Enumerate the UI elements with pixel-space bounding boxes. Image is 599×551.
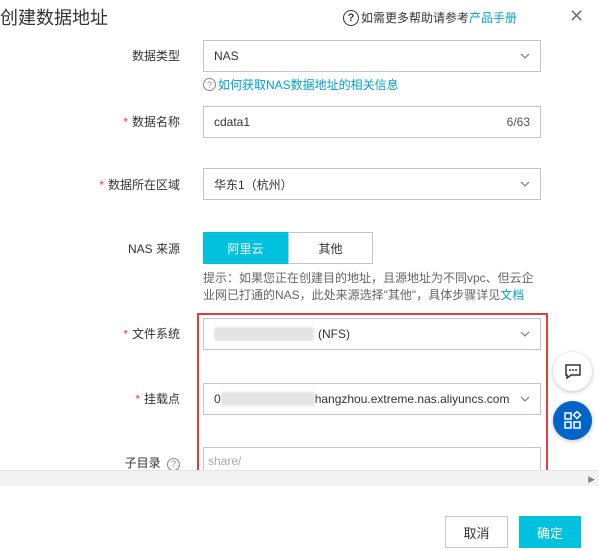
source-option-other[interactable]: 其他 (288, 232, 373, 264)
redacted-text (220, 392, 315, 406)
nas-source-label: NAS 来源 (127, 242, 180, 256)
apps-icon (563, 410, 582, 429)
nas-source-toggle: 阿里云 其他 (203, 232, 373, 264)
chat-button[interactable] (553, 352, 592, 391)
scroll-right-icon[interactable]: ▶ (588, 474, 595, 485)
mount-point-prefix: 0 (214, 392, 221, 406)
help-prefix: 如需更多帮助请参考 (361, 11, 470, 25)
data-name-input[interactable]: cdata1 6/63 (203, 106, 541, 138)
nas-source-tip: 提示：如果您正在创建目的地址，且源地址为不同vpc、但云企业网已打通的NAS，此… (203, 271, 534, 302)
apps-button[interactable] (553, 401, 592, 440)
chat-icon (564, 363, 581, 379)
sub-dir-placeholder: share/ (208, 453, 242, 468)
file-system-value: (NFS) (318, 327, 350, 341)
data-name-value: cdata1 (214, 115, 251, 129)
chevron-down-icon (520, 53, 530, 59)
char-counter: 6/63 (506, 115, 530, 129)
file-system-label: * 文件系统 (123, 327, 180, 341)
region-value: 华东1（杭州） (214, 177, 293, 192)
chevron-down-icon (520, 181, 530, 187)
source-option-aliyun[interactable]: 阿里云 (203, 232, 288, 264)
data-name-label: * 数据名称 (123, 115, 180, 129)
data-type-hint[interactable]: ? 如何获取NAS数据地址的相关信息 (203, 76, 399, 93)
dialog-title: 创建数据地址 (0, 8, 108, 28)
question-icon[interactable]: ? (167, 457, 180, 471)
doc-link[interactable]: 文档 (500, 288, 524, 302)
region-select[interactable]: 华东1（杭州） (203, 168, 541, 200)
mount-point-label: * 挂载点 (135, 392, 180, 406)
data-type-value: NAS (214, 49, 239, 63)
data-type-select[interactable]: NAS (203, 40, 541, 72)
mount-point-select[interactable]: 0 hangzhou.extreme.nas.aliyuncs.com (203, 383, 541, 415)
file-system-select[interactable]: (NFS) (203, 318, 541, 350)
sub-dir-label: 子目录 ? (125, 454, 180, 471)
help-text: ? 如需更多帮助请参考 产品手册 (343, 9, 517, 26)
chevron-down-icon (520, 331, 530, 337)
question-icon: ? (203, 78, 216, 91)
mount-point-value: hangzhou.extreme.nas.aliyuncs.com (314, 392, 510, 406)
close-icon[interactable]: ✕ (569, 6, 584, 27)
cancel-button[interactable]: 取消 (445, 516, 508, 548)
help-icon: ? (343, 9, 359, 26)
product-manual-link[interactable]: 产品手册 (469, 9, 517, 26)
region-label: * 数据所在区域 (99, 178, 180, 192)
redacted-text (214, 327, 314, 341)
data-type-label: 数据类型 (131, 49, 180, 63)
chevron-down-icon (520, 396, 530, 402)
horizontal-scrollbar[interactable]: ▶ (0, 470, 599, 486)
confirm-button[interactable]: 确定 (519, 516, 581, 548)
